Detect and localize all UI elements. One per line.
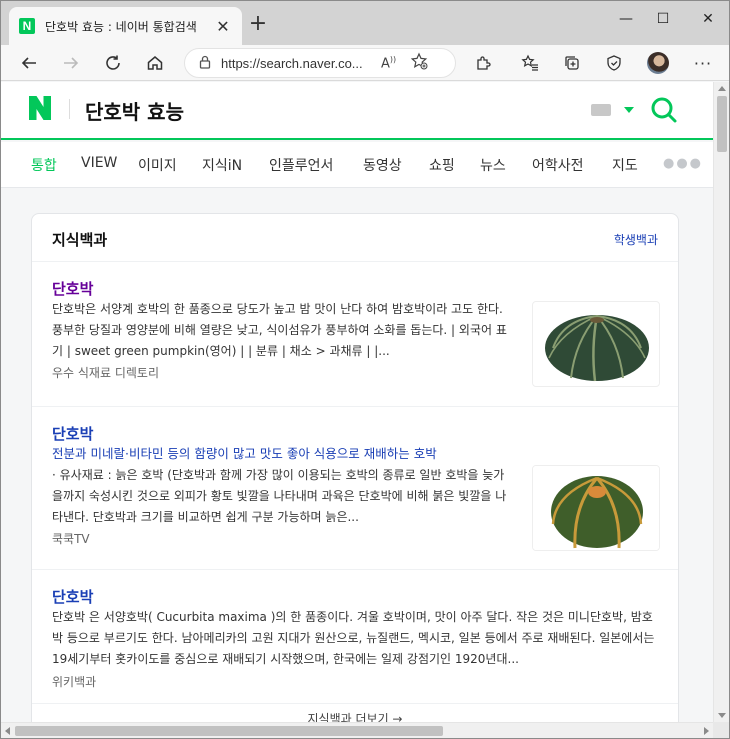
tab-news[interactable]: 뉴스: [480, 155, 506, 175]
profile-avatar[interactable]: [646, 51, 670, 75]
tab-strip: N 단호박 효능 : 네이버 통합검색 ✕ + — ☐ ✕: [1, 1, 729, 45]
naver-favicon-icon: N: [19, 18, 35, 34]
tab-all[interactable]: 통합: [31, 155, 57, 175]
more-icon[interactable]: ···: [691, 51, 715, 75]
scroll-left-icon[interactable]: [5, 727, 10, 735]
maximize-icon[interactable]: ☐: [653, 11, 673, 27]
favorites-icon[interactable]: [518, 51, 542, 75]
read-aloud-label: A: [381, 56, 390, 72]
chevron-down-icon[interactable]: [624, 107, 634, 113]
entry-title[interactable]: 단호박: [52, 278, 93, 299]
tab-video[interactable]: 동영상: [363, 155, 402, 175]
close-window-icon[interactable]: ✕: [698, 11, 718, 27]
naver-logo-icon[interactable]: [29, 96, 51, 120]
header-divider: [69, 99, 70, 119]
back-icon[interactable]: [17, 51, 41, 75]
pumpkin-thumbnail[interactable]: [532, 301, 660, 387]
tab-kin[interactable]: 지식iN: [202, 155, 242, 175]
entry-title[interactable]: 단호박: [52, 423, 93, 444]
search-query[interactable]: 단호박 효능: [85, 96, 184, 125]
page-viewport: 단호박 효능 통합 VIEW 이미지 지식iN 인플루언서 동영상 쇼핑 뉴스 …: [1, 82, 713, 722]
tab-images[interactable]: 이미지: [138, 155, 177, 175]
browser-window: N 단호박 효능 : 네이버 통합검색 ✕ + — ☐ ✕ https://se…: [0, 0, 730, 739]
naver-header: 단호박 효능: [1, 82, 713, 140]
url-text[interactable]: https://search.naver.co...: [221, 56, 371, 71]
collections-icon[interactable]: [560, 51, 584, 75]
tab-dictionary[interactable]: 어학사전: [532, 155, 584, 175]
minimize-icon[interactable]: —: [616, 11, 636, 27]
forward-icon[interactable]: [59, 51, 83, 75]
entry-description: · 유사재료 : 늙은 호박 (단호박과 함께 가장 많이 이용되는 호박의 종…: [52, 468, 507, 524]
refresh-icon[interactable]: [101, 51, 125, 75]
extensions-icon[interactable]: [471, 51, 495, 75]
pumpkin-thumbnail[interactable]: [532, 465, 660, 551]
browser-essentials-icon[interactable]: [602, 51, 626, 75]
list-item: 단호박 단호박은 서양계 호박의 한 품종으로 당도가 높고 밤 맛이 난다 하…: [32, 262, 678, 407]
tab-shopping[interactable]: 쇼핑: [429, 155, 455, 175]
tab-map[interactable]: 지도: [612, 155, 638, 175]
list-item: 단호박 단호박 은 서양호박( Cucurbita maxima )의 한 품종…: [32, 570, 678, 704]
tab-title: 단호박 효능 : 네이버 통합검색: [45, 19, 197, 34]
entry-subtitle[interactable]: 전분과 미네랄·비타민 등의 함량이 많고 맛도 좋아 식용으로 재배하는 호박: [52, 443, 437, 462]
vertical-scrollbar[interactable]: [713, 82, 729, 722]
vertical-scroll-thumb[interactable]: [717, 96, 727, 152]
entry-source[interactable]: 위키백과: [52, 673, 96, 690]
address-bar[interactable]: https://search.naver.co... A)): [184, 48, 456, 78]
card-title: 지식백과: [52, 231, 108, 249]
student-encyclopedia-link[interactable]: 학생백과: [614, 231, 658, 248]
entry-source[interactable]: 우수 식재료 디렉토리: [52, 364, 159, 381]
card-header: 지식백과 학생백과: [32, 214, 678, 262]
horizontal-scrollbar[interactable]: [1, 722, 713, 738]
search-tabs: 통합 VIEW 이미지 지식iN 인플루언서 동영상 쇼핑 뉴스 어학사전 지도…: [1, 142, 713, 188]
read-aloud-icon[interactable]: A)): [381, 55, 396, 71]
entry-title[interactable]: 단호박: [52, 586, 93, 607]
scroll-up-icon[interactable]: [718, 86, 726, 91]
scroll-right-icon[interactable]: [704, 727, 709, 735]
close-tab-icon[interactable]: ✕: [214, 17, 232, 36]
more-results-link[interactable]: 지식백과 더보기 →: [32, 704, 678, 722]
entry-source[interactable]: 쿡쿡TV: [52, 530, 90, 547]
horizontal-scroll-thumb[interactable]: [15, 726, 443, 736]
keyboard-icon[interactable]: [591, 104, 611, 116]
browser-tab[interactable]: N 단호박 효능 : 네이버 통합검색 ✕: [9, 7, 242, 45]
search-icon[interactable]: [649, 95, 679, 125]
home-icon[interactable]: [143, 51, 167, 75]
tab-view[interactable]: VIEW: [81, 155, 117, 171]
toolbar: https://search.naver.co... A)) ···: [1, 45, 729, 81]
lock-icon[interactable]: [199, 54, 211, 73]
more-tabs-icon[interactable]: ●●●: [663, 156, 703, 171]
add-favorite-icon[interactable]: [410, 52, 428, 74]
tab-influencer[interactable]: 인플루언서: [269, 155, 333, 175]
scrollbar-corner: [713, 722, 729, 738]
entry-description: 단호박은 서양계 호박의 한 품종으로 당도가 높고 밤 맛이 난다 하여 밤호…: [52, 302, 507, 358]
new-tab-icon[interactable]: +: [247, 13, 269, 35]
scroll-down-icon[interactable]: [718, 713, 726, 718]
list-item: 단호박 전분과 미네랄·비타민 등의 함량이 많고 맛도 좋아 식용으로 재배하…: [32, 407, 678, 570]
entry-description: 단호박 은 서양호박( Cucurbita maxima )의 한 품종이다. …: [52, 610, 655, 666]
knowledge-card: 지식백과 학생백과 단호박 단호박은 서양계 호박의 한 품종으로 당도가 높고…: [31, 213, 679, 722]
